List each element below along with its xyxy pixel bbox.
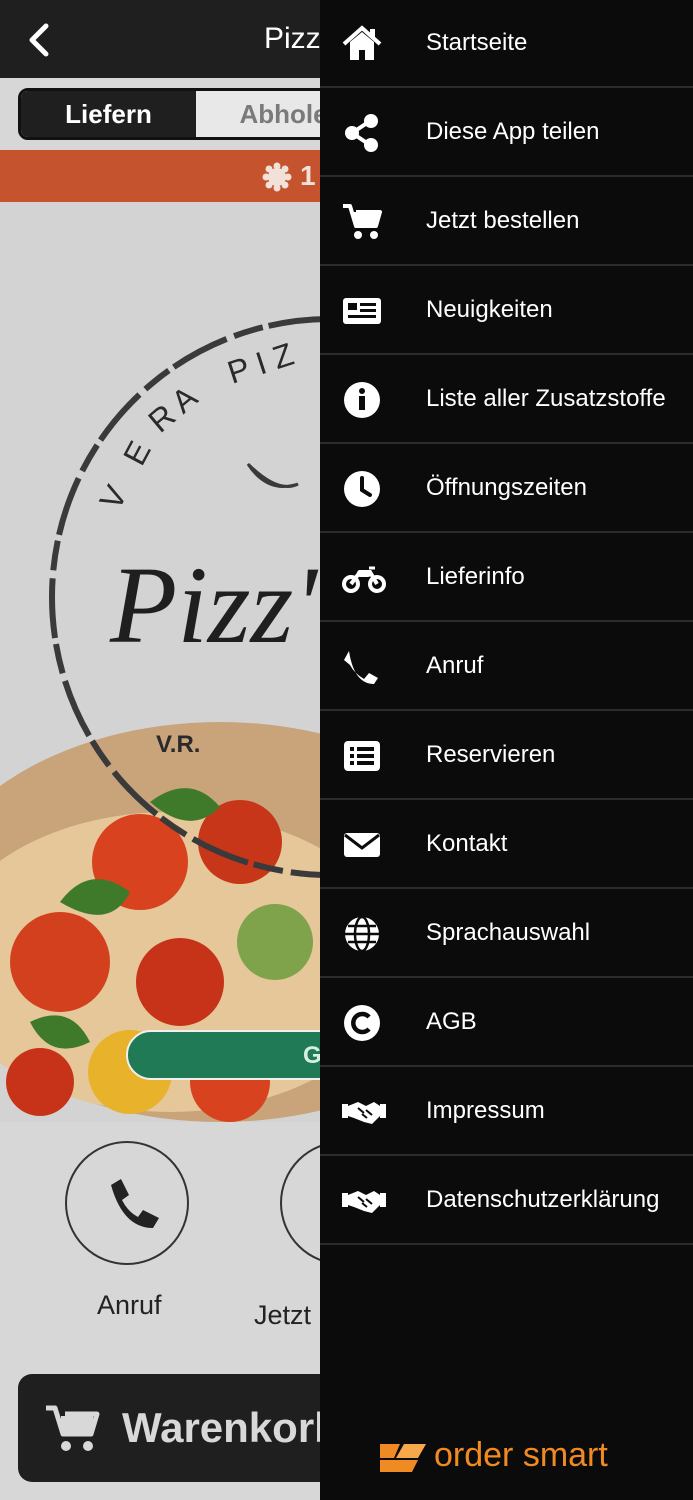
handshake-icon [342, 1191, 386, 1213]
page-title: Pizz [264, 22, 321, 55]
menu-label: Lieferinfo [426, 563, 525, 590]
globe-icon [345, 915, 379, 953]
menu-item-language[interactable]: Sprachauswahl [320, 890, 693, 978]
order-smart-brand: order smart [378, 1436, 638, 1476]
share-icon [345, 114, 378, 152]
list-icon [344, 741, 380, 771]
brand-name: order smart [434, 1436, 608, 1474]
order-smart-logo-icon [380, 1444, 426, 1472]
tab-liefern[interactable]: Liefern [21, 91, 196, 137]
menu-label: Reservieren [426, 741, 556, 768]
menu-label: Datenschutzerklärung [426, 1186, 660, 1213]
promo-text: 1 [300, 160, 316, 191]
cart-icon [46, 1405, 100, 1451]
menu-item-contact[interactable]: Kontakt [320, 801, 693, 889]
menu-item-order-now[interactable]: Jetzt bestellen [320, 178, 693, 266]
copyright-icon [344, 1005, 380, 1041]
handshake-icon [342, 1102, 386, 1124]
badge-icon [262, 162, 292, 192]
menu-label: Impressum [426, 1097, 545, 1124]
phone-icon [111, 1179, 159, 1228]
menu-item-startseite[interactable]: Startseite [320, 0, 693, 88]
menu-item-additives[interactable]: Liste aller Zusatzstoffe [320, 356, 693, 444]
menu-item-reserve[interactable]: Reservieren [320, 712, 693, 800]
menu-item-call[interactable]: Anruf [320, 623, 693, 711]
menu-label: Anruf [426, 652, 484, 679]
home-icon [342, 25, 382, 60]
menu-label: Diese App teilen [426, 118, 600, 145]
menu-label: Neuigkeiten [426, 296, 553, 323]
phone-icon [344, 651, 378, 684]
back-arrow-icon[interactable] [22, 20, 62, 60]
envelope-icon [344, 833, 380, 857]
clock-icon [344, 471, 380, 507]
menu-label: Öffnungszeiten [426, 474, 588, 501]
menu-label: Startseite [426, 29, 528, 56]
cart-label: Warenkorb [122, 1404, 340, 1451]
call-action-label: Anruf [97, 1290, 162, 1320]
call-action-button[interactable] [65, 1141, 189, 1265]
menu-item-news[interactable]: Neuigkeiten [320, 267, 693, 355]
hero-cta-label: G [303, 1042, 322, 1069]
news-icon [343, 298, 381, 324]
menu-label: Kontakt [426, 830, 508, 857]
menu-item-agb[interactable]: AGB [320, 979, 693, 1067]
svg-text:Pizz': Pizz' [109, 544, 319, 666]
info-icon [344, 382, 380, 418]
order-action-label: Jetzt [254, 1300, 312, 1330]
menu-item-share-app[interactable]: Diese App teilen [320, 89, 693, 177]
menu-item-delivery-info[interactable]: Lieferinfo [320, 534, 693, 622]
side-menu-drawer: Startseite Diese App teilen Jetzt bestel… [320, 0, 693, 1500]
menu-item-imprint[interactable]: Impressum [320, 1068, 693, 1156]
cart-icon [343, 204, 382, 239]
menu-label: Sprachauswahl [426, 919, 591, 946]
svg-text:V.R.: V.R. [156, 731, 200, 758]
svg-text:P I Z: P I Z [223, 336, 298, 391]
motorcycle-icon [342, 566, 386, 593]
menu-label: AGB [426, 1008, 477, 1035]
menu-label: Jetzt bestellen [426, 207, 580, 234]
menu-label: Liste aller Zusatzstoffe [426, 385, 666, 412]
menu-item-privacy[interactable]: Datenschutzerklärung [320, 1157, 693, 1245]
menu-item-opening-hours[interactable]: Öffnungszeiten [320, 445, 693, 533]
